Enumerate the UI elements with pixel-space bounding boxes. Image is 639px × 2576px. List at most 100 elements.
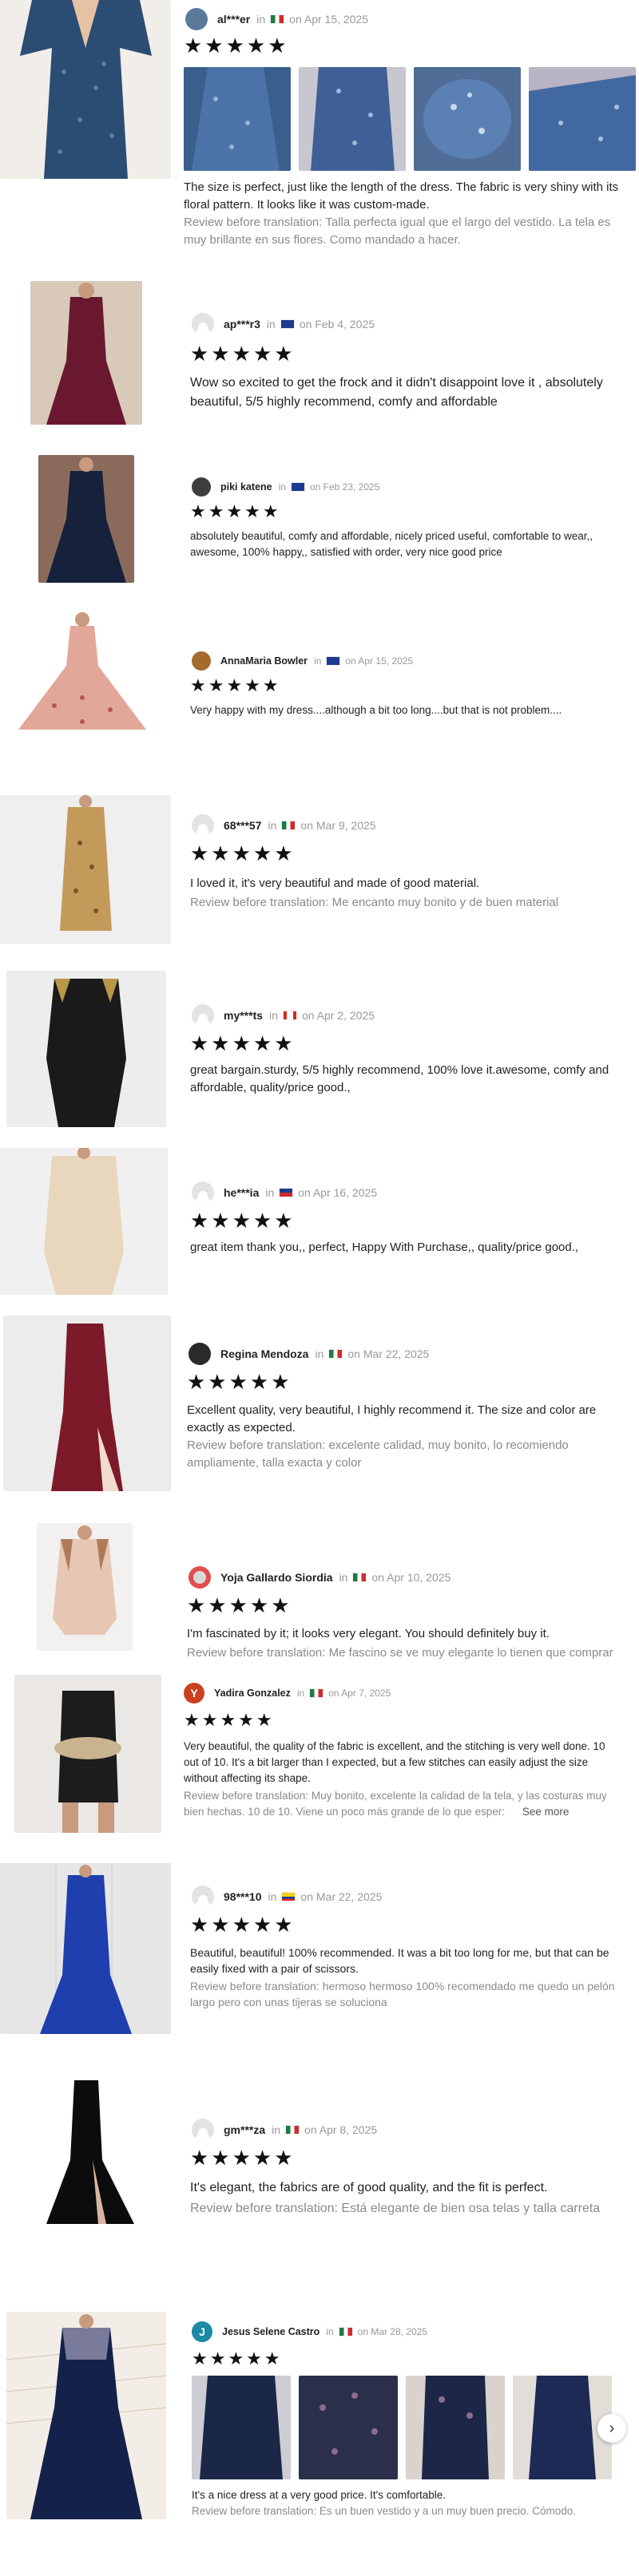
star-rating: ★★★★★ [190,501,281,521]
flag-icon [279,1188,294,1197]
star-rating: ★★★★★ [187,1593,292,1617]
product-thumbnail[interactable] [0,1148,168,1295]
product-thumbnail[interactable] [0,0,171,179]
product-thumbnail[interactable] [6,2312,166,2519]
reviewer-name: piki katene [220,481,272,493]
avatar-icon [192,2119,214,2141]
review-date: on Mar 9, 2025 [300,819,376,832]
review-text: It's a nice dress at a very good price. … [192,2489,447,2501]
review-text: I loved it, it's very beautiful and made… [190,876,480,890]
review-text: Beautiful, beautiful! 100% recommended. … [190,1946,609,1975]
product-thumbnail[interactable] [14,1675,161,1833]
reviewer-name: he***ia [224,1186,260,1199]
flag-icon [326,656,341,666]
reviewer-name: 98***10 [224,1890,262,1903]
review-date: on Apr 16, 2025 [298,1186,378,1199]
reviewer-name: gm***za [224,2123,266,2136]
product-thumbnail[interactable] [6,971,166,1127]
reviewer-name: 68***57 [224,819,262,832]
flag-icon [270,14,285,24]
avatar-icon [192,313,214,335]
review-text: Very beautiful, the quality of the fabri… [184,1740,605,1784]
review-date: on Apr 2, 2025 [301,1009,375,1022]
reviewer-name: Yadira Gonzalez [214,1688,291,1699]
review-date: on Apr 7, 2025 [328,1688,391,1699]
review-photo[interactable] [406,2376,505,2479]
star-rating: ★★★★★ [190,1913,296,1937]
star-rating: ★★★★★ [187,1370,292,1394]
review-date: on Mar 22, 2025 [347,1347,430,1360]
review-date: on Apr 15, 2025 [345,655,414,667]
review-text: It's elegant, the fabrics are of good qu… [190,2181,548,2194]
original-text: Review before translation: Talla perfect… [184,216,611,247]
review-date: on Apr 10, 2025 [371,1571,451,1584]
star-rating: ★★★★★ [184,1710,275,1730]
avatar-icon [192,651,211,671]
original-text: Review before translation: Es un buen ve… [192,2505,577,2517]
flag-icon [352,1573,367,1582]
flag-icon [328,1349,343,1359]
avatar-icon [192,814,214,837]
flag-icon [338,2327,353,2337]
review-text: Excellent quality, very beautiful, I hig… [187,1403,597,1434]
review-date: on Mar 22, 2025 [300,1890,383,1903]
flag-icon [309,1688,324,1698]
see-more-link[interactable]: See more [522,1806,570,1818]
review-date: on Feb 4, 2025 [299,318,375,330]
review-photo[interactable] [184,67,291,171]
flag-icon [281,1892,296,1901]
star-rating: ★★★★★ [190,1031,296,1055]
product-thumbnail[interactable] [14,610,150,738]
product-thumbnail[interactable] [3,1316,171,1491]
product-thumbnail[interactable] [30,2072,142,2232]
reviewer-name: ap***r3 [224,318,260,330]
original-text: Review before translation: Me fascino se… [187,1646,613,1660]
review-photo[interactable] [192,2376,291,2479]
star-rating: ★★★★★ [190,841,296,865]
review-date: on Apr 8, 2025 [304,2123,378,2136]
original-text: Review before translation: Está elegante… [190,2202,601,2215]
product-thumbnail[interactable] [38,455,134,583]
avatar-icon [185,8,208,30]
product-thumbnail[interactable] [30,281,142,425]
avatar-icon [189,1343,211,1365]
review-photo[interactable] [299,67,406,171]
avatar-icon [192,1181,214,1204]
reviewer-name: Jesus Selene Castro [222,2326,320,2337]
avatar-icon [192,1886,214,1908]
original-text-wrap: Review before translation: Muy bonito, e… [184,1788,615,1820]
product-thumbnail[interactable] [0,1863,171,2034]
reviewer-name: Yoja Gallardo Siordia [220,1571,333,1584]
review-date: on Apr 15, 2025 [289,13,369,26]
product-thumbnail[interactable] [37,1523,133,1651]
original-text: Review before translation: Me encanto mu… [190,896,559,909]
avatar-icon: Y [184,1683,204,1703]
review-text: I'm fascinated by it; it looks very eleg… [187,1627,550,1640]
flag-icon [290,482,305,492]
avatar-icon: J [192,2321,212,2342]
avatar-icon [192,477,211,497]
star-rating: ★★★★★ [190,342,296,366]
reviewer-name: my***ts [224,1009,264,1022]
review-photo[interactable] [414,67,521,171]
review-text: absolutely beautiful, comfy and affordab… [190,530,593,558]
review-text: The size is perfect, just like the lengt… [184,180,619,212]
original-text: Review before translation: hermoso hermo… [190,1980,615,2008]
star-rating: ★★★★★ [190,2146,296,2170]
review-text: Very happy with my dress....although a b… [190,704,562,716]
flag-icon [281,821,296,830]
star-rating: ★★★★★ [190,1209,296,1233]
star-rating: ★★★★★ [190,675,281,695]
review-photo[interactable] [299,2376,398,2479]
reviewer-name: al***er [217,13,251,26]
next-photo-button[interactable]: › [597,2414,626,2443]
product-thumbnail[interactable] [0,795,171,944]
chevron-right-icon: › [609,2419,615,2437]
reviewer-name: AnnaMaria Bowler [220,655,308,667]
reviewer-name: Regina Mendoza [220,1347,309,1360]
review-date: on Feb 23, 2025 [309,481,380,493]
original-text: Review before translation: excelente cal… [187,1438,569,1470]
flag-icon [280,319,295,329]
review-photo[interactable] [529,67,636,171]
review-text: Wow so excited to get the frock and it d… [190,376,603,409]
